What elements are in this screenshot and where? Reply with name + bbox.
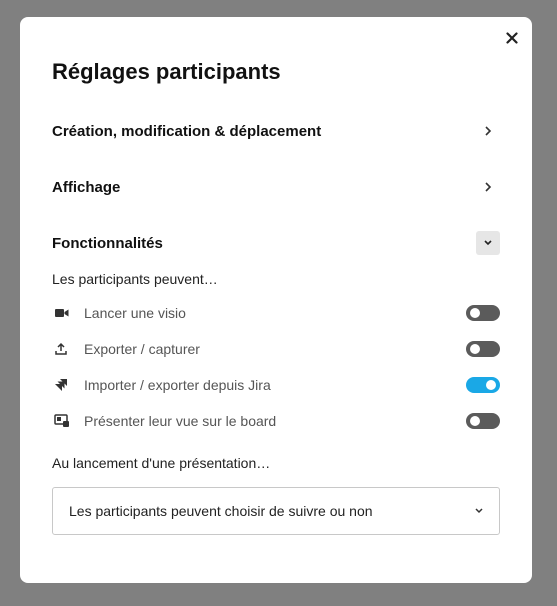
upload-icon bbox=[54, 339, 76, 359]
section-creation[interactable]: Création, modification & déplacement bbox=[52, 118, 500, 144]
presentation-label: Au lancement d'une présentation… bbox=[52, 455, 271, 471]
section-fonctionnalites[interactable]: Fonctionnalités bbox=[52, 230, 500, 256]
option-label: Présenter leur vue sur le board bbox=[84, 413, 277, 429]
chevron-down-icon[interactable] bbox=[476, 231, 500, 255]
present-screen-icon bbox=[54, 411, 76, 431]
option-label: Lancer une visio bbox=[84, 305, 186, 321]
option-label: Importer / exporter depuis Jira bbox=[84, 377, 271, 393]
presentation-select[interactable]: Les participants peuvent choisir de suiv… bbox=[52, 487, 500, 535]
present-toggle[interactable] bbox=[466, 413, 500, 429]
features-intro: Les participants peuvent… bbox=[52, 271, 218, 287]
export-toggle[interactable] bbox=[466, 341, 500, 357]
close-button[interactable] bbox=[500, 27, 524, 49]
close-icon bbox=[506, 32, 518, 44]
option-label: Exporter / capturer bbox=[84, 341, 200, 357]
chevron-right-icon bbox=[476, 119, 500, 143]
video-toggle[interactable] bbox=[466, 305, 500, 321]
chevron-right-icon bbox=[476, 175, 500, 199]
chevron-down-icon bbox=[473, 502, 485, 520]
section-label: Fonctionnalités bbox=[52, 234, 163, 252]
option-export: Exporter / capturer bbox=[52, 337, 500, 361]
video-camera-icon bbox=[54, 303, 76, 323]
jira-icon bbox=[54, 375, 76, 395]
jira-toggle[interactable] bbox=[466, 377, 500, 393]
option-jira: Importer / exporter depuis Jira bbox=[52, 373, 500, 397]
section-label: Création, modification & déplacement bbox=[52, 122, 322, 140]
option-video: Lancer une visio bbox=[52, 301, 500, 325]
section-affichage[interactable]: Affichage bbox=[52, 174, 500, 200]
option-present: Présenter leur vue sur le board bbox=[52, 409, 500, 433]
section-label: Affichage bbox=[52, 178, 121, 196]
participant-settings-modal: Réglages participants Création, modifica… bbox=[20, 17, 532, 583]
select-value: Les participants peuvent choisir de suiv… bbox=[69, 503, 373, 519]
modal-title: Réglages participants bbox=[52, 59, 281, 84]
